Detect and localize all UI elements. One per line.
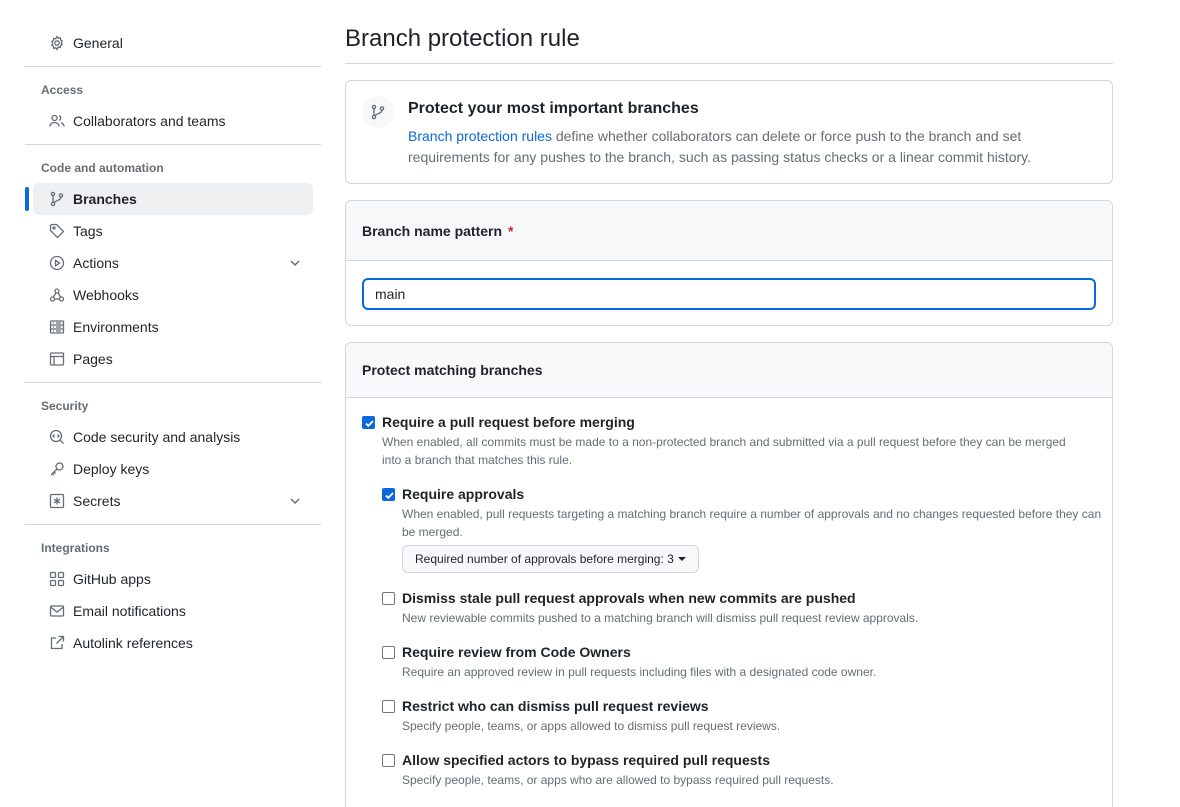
mail-icon	[49, 603, 65, 619]
sidebar-item-label: Pages	[73, 351, 113, 367]
sidebar-item-autolink[interactable]: Autolink references	[33, 627, 313, 659]
sidebar-heading-code: Code and automation	[41, 161, 164, 175]
dropdown-label: Required number of approvals before merg…	[415, 552, 674, 566]
sidebar-heading-integrations: Integrations	[41, 541, 110, 555]
apps-icon	[49, 571, 65, 587]
sidebar-item-label: GitHub apps	[73, 571, 151, 587]
sidebar-heading-access: Access	[41, 83, 84, 97]
dismiss-stale-checkbox[interactable]	[382, 592, 395, 605]
option-description: Require an approved review in pull reque…	[402, 665, 877, 679]
intro-text: Branch protection rules define whether c…	[408, 126, 1088, 168]
option-title: Restrict who can dismiss pull request re…	[402, 698, 709, 714]
title-divider	[345, 63, 1113, 64]
protect-matching-header: Protect matching branches	[346, 343, 1112, 398]
branch-pattern-input[interactable]	[362, 278, 1096, 310]
sidebar-item-tags[interactable]: Tags	[33, 215, 313, 247]
gear-icon	[49, 35, 65, 51]
approvals-count-dropdown[interactable]: Required number of approvals before merg…	[402, 545, 699, 573]
sidebar-item-email-notifications[interactable]: Email notifications	[33, 595, 313, 627]
option-title: Require review from Code Owners	[402, 644, 631, 660]
sidebar-item-general[interactable]: General	[33, 27, 313, 59]
sidebar-divider	[25, 524, 321, 525]
browser-icon	[49, 351, 65, 367]
sidebar-item-deploy-keys[interactable]: Deploy keys	[33, 453, 313, 485]
sidebar-item-label: General	[73, 35, 123, 51]
tag-icon	[49, 223, 65, 239]
git-branch-icon	[49, 191, 65, 207]
sidebar-item-pages[interactable]: Pages	[33, 343, 313, 375]
sidebar-item-collaborators[interactable]: Collaborators and teams	[33, 105, 313, 137]
sidebar-item-environments[interactable]: Environments	[33, 311, 313, 343]
option-description: When enabled, all commits must be made t…	[382, 435, 1066, 467]
play-icon	[49, 255, 65, 271]
code-owners-checkbox[interactable]	[382, 646, 395, 659]
branch-pattern-label: Branch name pattern	[362, 222, 503, 239]
page-title: Branch protection rule	[345, 25, 580, 52]
branch-pattern-header: Branch name pattern *	[346, 201, 1112, 261]
sidebar-item-label: Actions	[73, 255, 119, 271]
sidebar-item-label: Code security and analysis	[73, 429, 241, 445]
key-asterisk-icon	[49, 493, 65, 509]
option-description: Specify people, teams, or apps who are a…	[402, 773, 834, 787]
sidebar-item-actions[interactable]: Actions	[33, 247, 313, 279]
sidebar-item-label: Autolink references	[73, 635, 193, 651]
sidebar-item-label: Webhooks	[73, 287, 139, 303]
chevron-down-icon[interactable]	[287, 255, 303, 271]
server-icon	[49, 319, 65, 335]
sidebar-item-label: Secrets	[73, 493, 121, 509]
option-title: Dismiss stale pull request approvals whe…	[402, 590, 856, 606]
branch-pattern-box: Branch name pattern *	[345, 200, 1113, 326]
require-approvals-checkbox[interactable]	[382, 488, 395, 501]
sidebar-item-label: Email notifications	[73, 603, 186, 619]
sidebar-item-label: Environments	[73, 319, 159, 335]
git-branch-icon	[362, 96, 394, 128]
sidebar-divider	[25, 382, 321, 383]
sidebar-item-code-security[interactable]: Code security and analysis	[33, 421, 313, 453]
branch-protection-rules-link[interactable]: Branch protection rules	[408, 128, 552, 144]
require-pr-checkbox[interactable]	[362, 416, 375, 429]
sidebar-item-branches[interactable]: Branches	[25, 183, 313, 215]
option-title: Require approvals	[402, 486, 525, 502]
settings-sidebar: General Access Collaborators and teams C…	[25, 27, 321, 659]
intro-heading: Protect your most important branches	[408, 100, 699, 117]
caret-down-icon	[677, 557, 686, 561]
sidebar-item-secrets[interactable]: Secrets	[33, 485, 313, 517]
sidebar-heading-security: Security	[41, 399, 89, 413]
option-title: Allow specified actors to bypass require…	[402, 752, 770, 768]
sidebar-item-label: Collaborators and teams	[73, 113, 226, 129]
chevron-down-icon[interactable]	[287, 493, 303, 509]
protect-matching-box: Protect matching branches Require a pull…	[345, 342, 1113, 807]
link-external-icon	[49, 635, 65, 651]
option-description: Specify people, teams, or apps allowed t…	[402, 719, 781, 733]
restrict-dismiss-checkbox[interactable]	[382, 700, 395, 713]
sidebar-item-webhooks[interactable]: Webhooks	[33, 279, 313, 311]
codescan-icon	[49, 429, 65, 445]
webhook-icon	[49, 287, 65, 303]
sidebar-divider	[25, 66, 321, 67]
sidebar-item-label: Deploy keys	[73, 461, 150, 477]
sidebar-item-github-apps[interactable]: GitHub apps	[33, 563, 313, 595]
option-description: New reviewable commits pushed to a match…	[402, 611, 919, 625]
key-icon	[49, 461, 65, 477]
sidebar-item-label: Branches	[73, 191, 137, 207]
sidebar-divider	[25, 144, 321, 145]
intro-box: Protect your most important branches Bra…	[345, 80, 1113, 184]
bypass-actors-checkbox[interactable]	[382, 754, 395, 767]
option-description: When enabled, pull requests targeting a …	[402, 507, 1102, 539]
people-icon	[49, 113, 65, 129]
sidebar-item-label: Tags	[73, 223, 103, 239]
required-indicator: *	[508, 222, 514, 239]
option-title: Require a pull request before merging	[382, 414, 635, 430]
